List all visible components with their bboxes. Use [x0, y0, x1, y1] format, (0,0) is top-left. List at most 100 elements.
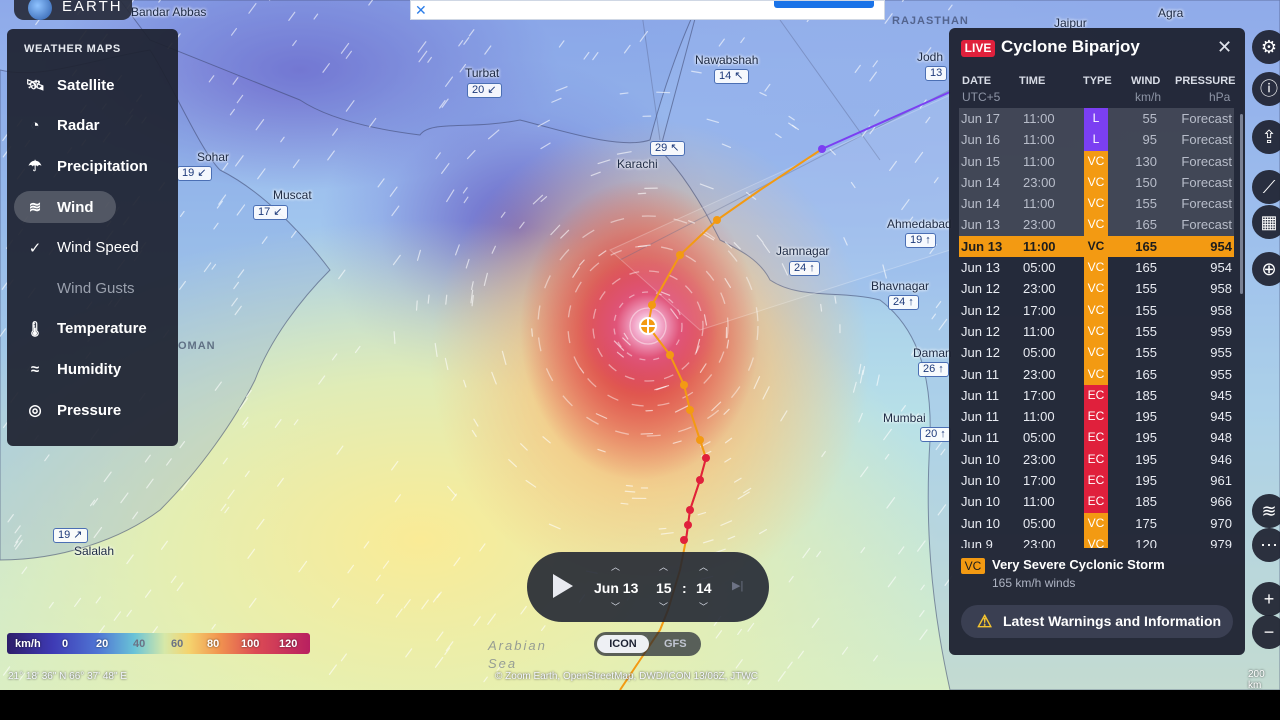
wind-marker: 24 ↑ [888, 295, 919, 310]
more-icon[interactable]: ⋯ [1252, 528, 1280, 562]
storm-type-badge: VC [961, 558, 985, 574]
scrollbar[interactable] [1240, 114, 1243, 294]
wind-marker: 20 ↙ [467, 83, 502, 98]
wind-streak [531, 328, 533, 337]
row-wind: 195 [1135, 409, 1157, 425]
menu-item-radar[interactable]: ◔ Radar [7, 106, 178, 147]
region-label: RAJASTHAN [892, 15, 969, 27]
table-row[interactable]: Jun 10 23:00 EC 195 946 [959, 448, 1234, 471]
wind-streak [820, 303, 823, 312]
table-row[interactable]: Jun 10 05:00 VC 175 970 [959, 512, 1234, 534]
timeline-hour[interactable]: 15 [656, 580, 672, 596]
minute-down-icon[interactable]: ﹀ [699, 600, 708, 613]
wind-streak [331, 597, 340, 608]
minute-up-icon[interactable]: ︿ [699, 560, 708, 573]
table-row[interactable]: Jun 10 17:00 EC 195 961 [959, 470, 1234, 492]
timeline-date[interactable]: Jun 13 [594, 580, 638, 596]
wind-streak [598, 250, 607, 257]
table-row[interactable]: Jun 12 23:00 VC 155 958 [959, 278, 1234, 300]
wind-streak [244, 470, 250, 478]
menu-item-wind-gusts[interactable]: Wind Gusts [7, 268, 178, 309]
table-row[interactable]: Jun 12 17:00 VC 155 958 [959, 299, 1234, 321]
pressure-icon: ◎ [28, 402, 42, 420]
table-row[interactable]: Jun 11 11:00 EC 195 945 [959, 406, 1234, 428]
model-option-gfs[interactable]: GFS [664, 635, 687, 653]
city-label: Muscat [273, 188, 312, 202]
wind-streak [787, 661, 793, 669]
menu-title: WEATHER MAPS [24, 43, 121, 55]
play-button[interactable] [553, 574, 573, 598]
table-row[interactable]: Jun 9 23:00 VC 120 979 [959, 533, 1234, 548]
map-canvas[interactable]: Bandar Abbas Turbat 20 ↙ Nawabshah 14 ↖ … [0, 0, 1280, 690]
close-icon[interactable]: ✕ [415, 3, 427, 17]
menu-item-temperature[interactable]: 🌡 Temperature [7, 309, 178, 350]
menu-item-pressure[interactable]: ◎ Pressure [7, 390, 178, 431]
logo-text: EARTH [62, 0, 123, 15]
table-row[interactable]: Jun 13 05:00 VC 165 954 [959, 257, 1234, 279]
menu-item-humidity[interactable]: ≈ Humidity [7, 349, 178, 390]
layers-icon[interactable]: ≋ [1252, 494, 1280, 528]
wind-streak [444, 357, 449, 371]
date-up-icon[interactable]: ︿ [611, 560, 620, 573]
wind-streak [724, 457, 732, 463]
menu-item-satellite[interactable]: 🛰 Satellite [7, 65, 178, 106]
wind-streak [222, 457, 228, 465]
wind-streak [733, 477, 742, 483]
model-option-icon[interactable]: ICON [597, 635, 649, 653]
wind-streak [525, 479, 537, 488]
track-point [684, 521, 692, 529]
skip-to-now-icon[interactable]: ▶| [732, 579, 743, 592]
zoom-in-icon[interactable]: + [1252, 582, 1280, 616]
hour-up-icon[interactable]: ︿ [659, 560, 668, 573]
banner-button[interactable] [774, 1, 874, 8]
wind-streak [447, 485, 457, 497]
measure-icon[interactable]: ⟋ [1252, 170, 1280, 204]
table-row[interactable]: Jun 12 11:00 VC 155 959 [959, 320, 1234, 343]
wind-speed-legend[interactable]: km/h 0 20 40 60 80 100 120 [7, 633, 310, 654]
row-date: Jun 15 [961, 153, 1001, 169]
table-row[interactable]: Jun 11 23:00 VC 165 955 [959, 363, 1234, 385]
app-logo[interactable]: EARTH [14, 0, 132, 20]
table-row[interactable]: Jun 11 05:00 EC 195 948 [959, 427, 1234, 449]
settings-icon[interactable]: ⚙ [1252, 30, 1280, 64]
table-row[interactable]: Jun 15 11:00 VC 130 Forecast [959, 150, 1234, 172]
table-row[interactable]: Jun 12 05:00 VC 155 955 [959, 342, 1234, 364]
wind-marker: 26 ↑ [918, 362, 949, 377]
wind-streak [227, 489, 235, 500]
table-row[interactable]: Jun 14 23:00 VC 150 Forecast [959, 171, 1234, 194]
track-point [702, 454, 710, 462]
wind-streak [463, 379, 467, 388]
table-row[interactable]: Jun 13 23:00 VC 165 Forecast [959, 214, 1234, 236]
table-row[interactable]: Jun 13 11:00 VC 165 954 [959, 235, 1234, 258]
wind-streak [479, 543, 486, 552]
table-row[interactable]: Jun 16 11:00 L 95 Forecast [959, 129, 1234, 151]
date-down-icon[interactable]: ﹀ [611, 600, 620, 613]
table-row[interactable]: Jun 17 11:00 L 55 Forecast [959, 108, 1234, 130]
share-icon[interactable]: ⇪ [1252, 120, 1280, 154]
region-label: OMAN [178, 340, 216, 352]
grid-icon[interactable]: ▦ [1252, 205, 1280, 239]
menu-item-wind[interactable]: ≋ Wind [7, 187, 178, 228]
row-pressure: 961 [1210, 473, 1232, 489]
menu-item-precipitation[interactable]: ☂ Precipitation [7, 146, 178, 187]
timeline-minute[interactable]: 14 [696, 580, 712, 596]
zoom-out-icon[interactable]: − [1252, 615, 1280, 649]
row-pressure: 958 [1210, 302, 1232, 318]
row-time: 11:00 [1023, 323, 1055, 339]
locate-icon[interactable]: ⊕ [1252, 252, 1280, 286]
wind-streak [821, 450, 826, 458]
table-row[interactable]: Jun 11 17:00 EC 185 945 [959, 384, 1234, 407]
hour-down-icon[interactable]: ﹀ [659, 600, 668, 613]
latest-warnings-button[interactable]: ⚠ Latest Warnings and Information [961, 605, 1233, 638]
wind-streak [483, 272, 488, 286]
close-icon[interactable]: ✕ [1217, 37, 1232, 58]
info-icon[interactable]: ⓘ [1252, 72, 1280, 106]
menu-item-wind-speed[interactable]: ✓ Wind Speed [7, 227, 178, 268]
wind-streak [542, 436, 551, 444]
wind-icon: ≋ [28, 199, 42, 217]
table-row[interactable]: Jun 10 11:00 EC 185 966 [959, 491, 1234, 513]
table-row[interactable]: Jun 14 11:00 VC 155 Forecast [959, 193, 1234, 215]
row-time: 05:00 [1023, 260, 1056, 276]
wind-streak [735, 659, 743, 669]
